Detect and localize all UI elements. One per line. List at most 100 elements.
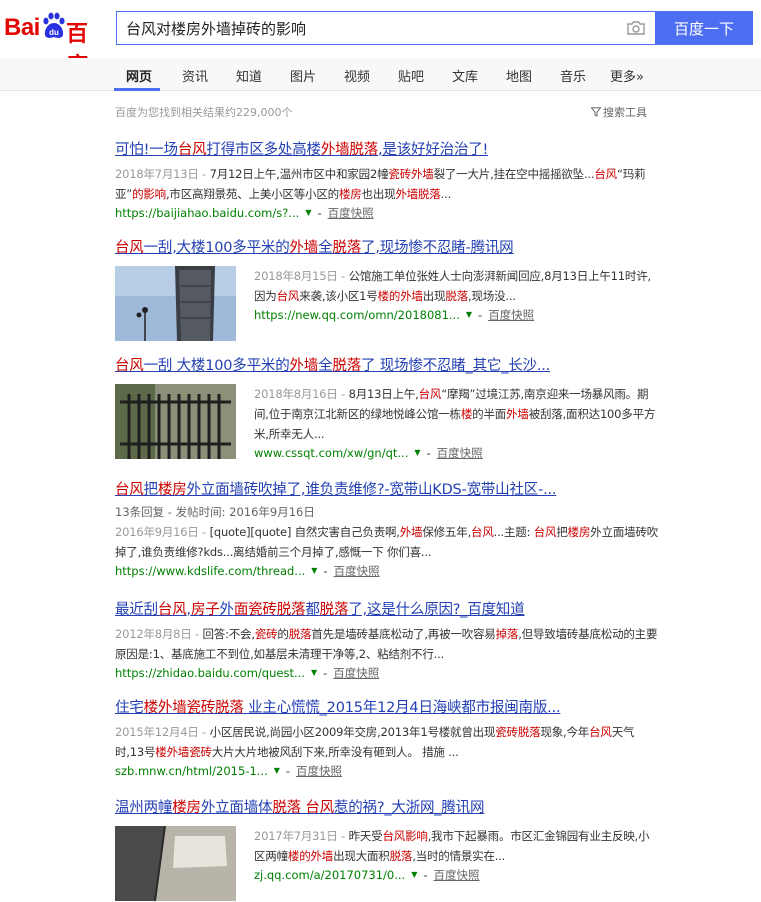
text-segment: 小区居民说,尚园小区2009年交房,2013年1号楼就曾出现 bbox=[209, 725, 496, 739]
camera-icon[interactable] bbox=[626, 20, 646, 36]
highlight-term: 脱落 bbox=[288, 627, 312, 641]
tab-news[interactable]: 资讯 bbox=[182, 66, 208, 85]
result-item-2: 台风一刮,大楼100多平米的外墙全脱落了,现场惨不忍睹-腾讯网 2018年8月1… bbox=[115, 238, 660, 341]
result-abstract: 2018年7月13日 - 7月12日上午,温州市区中和家园2幢瓷砖外墙裂了一大片… bbox=[115, 164, 660, 204]
result-thumbnail[interactable] bbox=[115, 266, 236, 341]
tab-more[interactable]: 更多» bbox=[610, 66, 644, 85]
snapshot-link[interactable]: 百度快照 bbox=[434, 866, 480, 884]
result-title[interactable]: 温州两幢楼房外立面墙体脱落 台风惹的祸?_大浙网_腾讯网 bbox=[115, 798, 660, 818]
search-tools-label: 搜索工具 bbox=[603, 106, 647, 119]
text-segment: ,现场没... bbox=[468, 289, 516, 303]
tab-wenku[interactable]: 文库 bbox=[452, 66, 478, 85]
highlight-term: 外墙 bbox=[399, 525, 423, 539]
search-button[interactable]: 百度一下 bbox=[655, 11, 753, 45]
snapshot-link[interactable]: 百度快照 bbox=[488, 306, 534, 324]
result-url[interactable]: https://zhidao.baidu.com/quest... bbox=[115, 664, 305, 682]
snapshot-link[interactable]: 百度快照 bbox=[437, 444, 483, 462]
highlight-term: 台风 bbox=[305, 800, 334, 816]
text-segment: ,是该好好治治了! bbox=[378, 142, 489, 158]
caret-down-icon[interactable]: ▼ bbox=[274, 762, 280, 780]
tab-music[interactable]: 音乐 bbox=[560, 66, 586, 85]
tab-zhidao[interactable]: 知道 bbox=[236, 66, 262, 85]
result-abstract: 2018年8月16日 - 8月13日上午,台风“摩羯”过境江苏,南京迎来一场暴风… bbox=[254, 384, 660, 444]
text-segment: 7月12日上午,温州市区中和家园2幢 bbox=[209, 167, 389, 181]
result-body: 2018年8月15日 - 公馆施工单位张姓人士向澎湃新闻回应,8月13日上午11… bbox=[254, 266, 660, 324]
highlight-term: 外墙脱落 bbox=[395, 187, 441, 201]
text-segment: 出现大面积 bbox=[333, 849, 390, 863]
highlight-term: 台风 bbox=[418, 387, 442, 401]
separator: - bbox=[426, 446, 431, 460]
search-tools[interactable]: 搜索工具 bbox=[591, 104, 647, 120]
text-segment: 来袭,该小区1号 bbox=[299, 289, 378, 303]
result-title[interactable]: 台风一刮 大楼100多平米的外墙全脱落了 现场惨不忍睹_其它_长沙... bbox=[115, 356, 660, 376]
highlight-term: 楼 bbox=[460, 407, 473, 421]
highlight-term: 台风 bbox=[115, 240, 144, 256]
highlight-term: 脱落 bbox=[389, 849, 413, 863]
result-item-1: 可怕!一场台风打得市区多处高楼外墙脱落,是该好好治治了! 2018年7月13日 … bbox=[115, 140, 660, 222]
snapshot-link[interactable]: 百度快照 bbox=[333, 664, 379, 682]
highlight-term: 外墙 bbox=[506, 407, 529, 421]
highlight-term: 外墙 bbox=[289, 240, 319, 256]
highlight-term: 的影响 bbox=[132, 187, 166, 201]
caret-down-icon[interactable]: ▼ bbox=[311, 664, 317, 682]
highlight-term: 台风 bbox=[115, 482, 144, 498]
caret-down-icon[interactable]: ▼ bbox=[411, 866, 417, 884]
result-url-line: https://baijiahao.baidu.com/s?... ▼ - 百度… bbox=[115, 204, 660, 222]
result-title[interactable]: 最近刮台风,房子外面瓷砖脱落都脱落了,这是什么原因?_百度知道 bbox=[115, 600, 660, 620]
baidu-logo[interactable]: Bai du 百度 bbox=[4, 10, 108, 78]
text-segment: 保修五年, bbox=[422, 525, 472, 539]
snapshot-link[interactable]: 百度快照 bbox=[296, 762, 342, 780]
caret-down-icon[interactable]: ▼ bbox=[305, 204, 311, 222]
text-segment: 外 bbox=[219, 602, 235, 618]
tab-map[interactable]: 地图 bbox=[506, 66, 532, 85]
result-title[interactable]: 住宅楼外墙瓷砖脱落 业主心慌慌_2015年12月4日海峡都市报闽南版... bbox=[115, 698, 660, 718]
logo-text-bai: Bai bbox=[4, 14, 40, 41]
text-segment: ... bbox=[440, 187, 452, 201]
result-url[interactable]: www.cssqt.com/xw/gn/qt... bbox=[254, 444, 408, 462]
result-title[interactable]: 可怕!一场台风打得市区多处高楼外墙脱落,是该好好治治了! bbox=[115, 140, 660, 160]
highlight-term: 瓷砖外墙 bbox=[388, 167, 434, 181]
highlight-term: 面瓷砖脱落 bbox=[233, 602, 306, 618]
caret-down-icon[interactable]: ▼ bbox=[414, 444, 420, 462]
tab-images[interactable]: 图片 bbox=[290, 66, 316, 85]
result-thumbnail[interactable] bbox=[115, 826, 236, 901]
result-title[interactable]: 台风把楼房外立面墙砖吹掉了,谁负责维修?-宽带山KDS-宽带山社区-... bbox=[115, 480, 660, 500]
search-input[interactable] bbox=[117, 12, 617, 44]
result-abstract: 2018年8月15日 - 公馆施工单位张姓人士向澎湃新闻回应,8月13日上午11… bbox=[254, 266, 660, 306]
text-segment: 最近刮 bbox=[115, 602, 158, 618]
highlight-term: 台风 bbox=[177, 142, 207, 158]
tab-video[interactable]: 视频 bbox=[344, 66, 370, 85]
highlight-term: 脱落 bbox=[272, 800, 301, 816]
text-segment: 也出现 bbox=[361, 187, 396, 201]
result-url[interactable]: szb.mnw.cn/html/2015-1... bbox=[115, 762, 268, 780]
text-segment: 裂了一大片,挂在空中摇摇欲坠... bbox=[433, 167, 595, 181]
highlight-term: 台风 bbox=[594, 167, 617, 181]
snapshot-link[interactable]: 百度快照 bbox=[334, 562, 380, 580]
result-url[interactable]: https://baijiahao.baidu.com/s?... bbox=[115, 204, 299, 222]
caret-down-icon[interactable]: ▼ bbox=[311, 562, 317, 580]
text-segment: [quote][quote] 自然灾害自己负责啊, bbox=[209, 525, 400, 539]
text-segment: 了,现场惨不忍睹-腾讯网 bbox=[361, 240, 514, 256]
snapshot-link[interactable]: 百度快照 bbox=[328, 204, 374, 222]
result-date: 2017年7月31日 - bbox=[254, 829, 349, 843]
paw-icon: du bbox=[43, 12, 65, 38]
result-body: 2017年7月31日 - 昨天受台风影响,我市下起暴雨。市区汇金锦园有业主反映,… bbox=[254, 826, 660, 884]
separator: - bbox=[423, 868, 428, 882]
text-segment: ,当时的情景实在... bbox=[412, 849, 506, 863]
result-url[interactable]: zj.qq.com/a/20170731/0... bbox=[254, 866, 405, 884]
result-url-line: zj.qq.com/a/20170731/0... ▼ - 百度快照 bbox=[254, 866, 660, 884]
result-item-5: 最近刮台风,房子外面瓷砖脱落都脱落了,这是什么原因?_百度知道 2012年8月8… bbox=[115, 600, 660, 682]
result-title[interactable]: 台风一刮,大楼100多平米的外墙全脱落了,现场惨不忍睹-腾讯网 bbox=[115, 238, 660, 258]
caret-down-icon[interactable]: ▼ bbox=[466, 306, 472, 324]
text-segment: 一刮,大楼100多平米的 bbox=[143, 240, 290, 256]
result-thumbnail[interactable] bbox=[115, 384, 236, 459]
result-url[interactable]: https://new.qq.com/omn/2018081... bbox=[254, 306, 460, 324]
highlight-term: 楼房 bbox=[338, 187, 362, 201]
text-segment: 大片大片地被风刮下来,所幸没有砸到人。 措施 ... bbox=[211, 745, 459, 759]
result-abstract: 2015年12月4日 - 小区居民说,尚园小区2009年交房,2013年1号楼就… bbox=[115, 722, 660, 762]
text-segment: 可怕!一场 bbox=[115, 142, 178, 158]
result-url[interactable]: https://www.kdslife.com/thread... bbox=[115, 562, 305, 580]
tab-tieba[interactable]: 贴吧 bbox=[398, 66, 424, 85]
tab-web[interactable]: 网页 bbox=[126, 66, 152, 85]
highlight-term: 脱落 bbox=[445, 289, 469, 303]
